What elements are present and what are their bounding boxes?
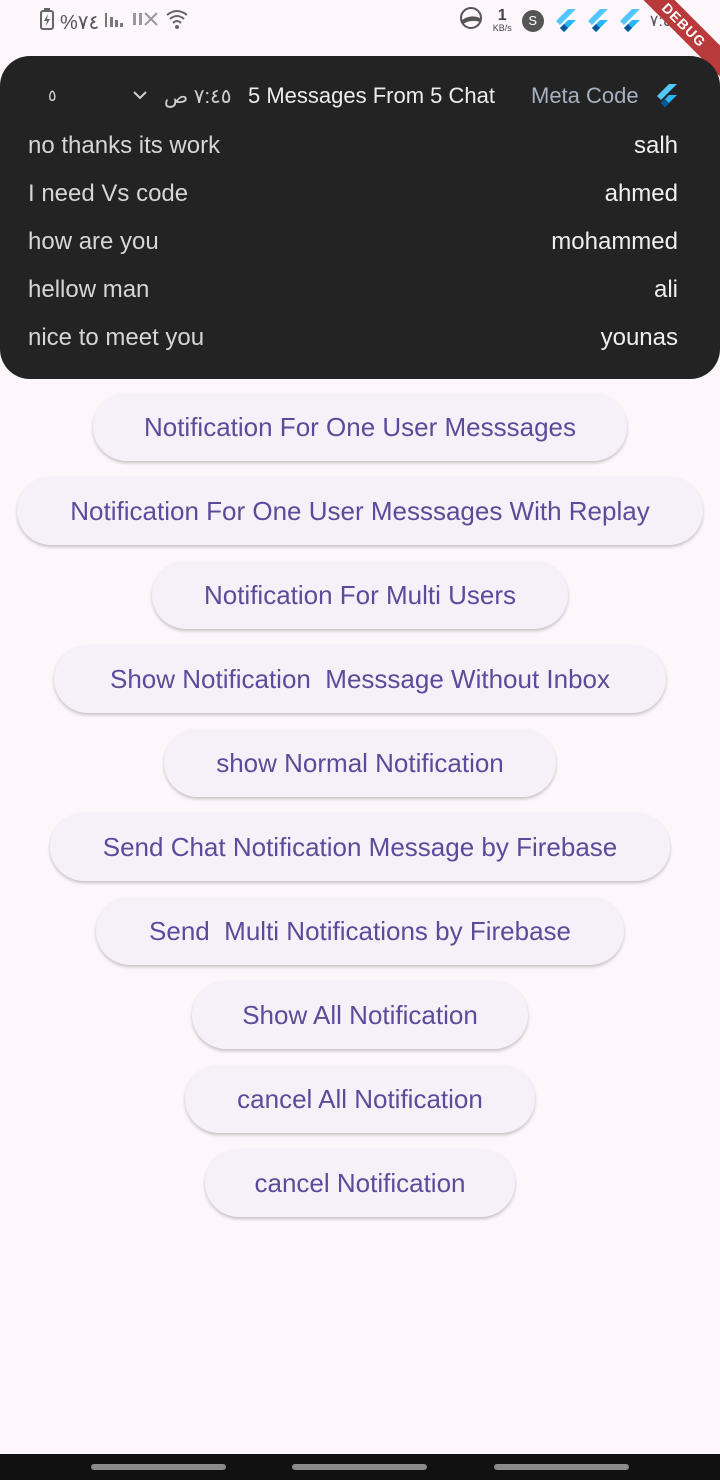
- message-text: hellow man: [28, 276, 150, 303]
- message-text: nice to meet you: [28, 324, 205, 351]
- notification-app-name: Meta Code: [531, 83, 639, 108]
- battery-charging-icon: [40, 8, 54, 36]
- notification-count: ٥: [48, 88, 57, 105]
- signal-icon: [105, 9, 127, 35]
- status-bar-right: 1 KB/s S ٧:٤٥: [459, 6, 680, 35]
- globe-icon: [459, 6, 483, 35]
- nav-handle[interactable]: [292, 1464, 427, 1470]
- network-speed: 1 KB/s: [493, 8, 512, 33]
- notification-message-row: I need Vs code ahmed: [28, 180, 678, 210]
- battery-percent: %٧٤: [60, 11, 100, 34]
- network-speed-unit: KB/s: [492, 23, 512, 33]
- nav-handle[interactable]: [91, 1464, 226, 1470]
- notification-message-row: how are you mohammed: [28, 228, 678, 258]
- flutter-icon: [586, 8, 608, 33]
- one-user-messages-button[interactable]: Notification For One User Messsages: [93, 393, 627, 461]
- cancel-all-notification-button[interactable]: cancel All Notification: [185, 1065, 535, 1133]
- cancel-notification-button[interactable]: cancel Notification: [205, 1149, 515, 1217]
- message-text: I need Vs code: [28, 180, 189, 207]
- show-all-notification-button[interactable]: Show All Notification: [192, 981, 528, 1049]
- firebase-chat-notification-button[interactable]: Send Chat Notification Message by Fireba…: [50, 813, 670, 881]
- chevron-down-icon[interactable]: [132, 88, 148, 106]
- status-bar-left: %٧٤: [40, 8, 189, 36]
- status-bar: %٧٤ 1 KB/s S ٧:٤٥ DEBUG: [0, 0, 720, 83]
- flutter-icon: [554, 8, 576, 33]
- network-speed-value: 1: [497, 7, 507, 24]
- notification-time: ٧:٤٥ ص: [164, 86, 232, 108]
- flutter-icon: [618, 8, 640, 33]
- message-text: no thanks its work: [28, 132, 221, 159]
- message-sender: mohammed: [551, 228, 678, 255]
- message-sender: ali: [653, 276, 678, 303]
- message-sender: younas: [600, 324, 678, 351]
- firebase-multi-notifications-button[interactable]: Send Multi Notifications by Firebase: [96, 897, 624, 965]
- wifi-icon: [165, 8, 189, 36]
- s-badge-icon: S: [521, 9, 544, 32]
- nav-handle[interactable]: [494, 1464, 629, 1470]
- multi-users-button[interactable]: Notification For Multi Users: [152, 561, 568, 629]
- message-sender: salh: [633, 132, 678, 159]
- notification-message-row: nice to meet you younas: [28, 324, 678, 354]
- notification-title: 5 Messages From 5 Chat: [248, 83, 495, 108]
- flutter-icon: [655, 83, 677, 114]
- navigation-bar: [0, 1454, 720, 1480]
- notification-message-row: hellow man ali: [28, 276, 678, 306]
- message-text: how are you: [28, 228, 159, 255]
- message-sender: ahmed: [604, 180, 678, 207]
- one-user-messages-replay-button[interactable]: Notification For One User Messsages With…: [17, 477, 703, 545]
- notification-message-row: no thanks its work salh: [28, 132, 678, 162]
- normal-notification-button[interactable]: show Normal Notification: [164, 729, 556, 797]
- message-without-inbox-button[interactable]: Show Notification Messsage Without Inbox: [54, 645, 666, 713]
- no-signal-icon: [133, 9, 159, 35]
